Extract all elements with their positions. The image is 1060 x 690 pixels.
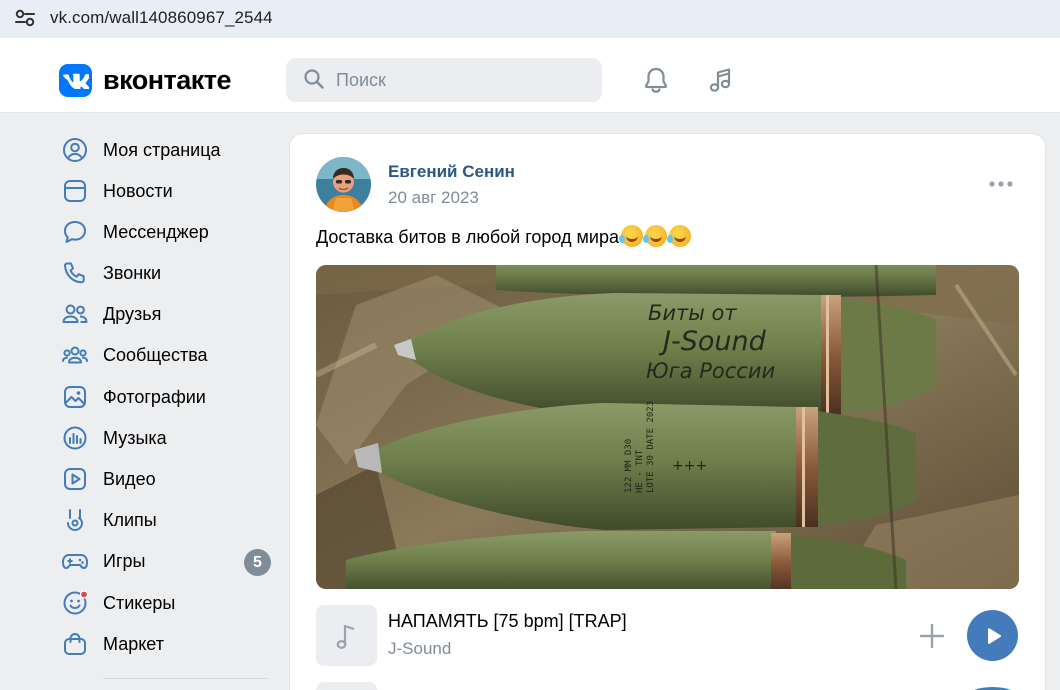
rofl-emoji-icon: [643, 225, 667, 247]
sidebar-item-stickers[interactable]: Стикеры: [60, 585, 275, 621]
communities-icon: [60, 340, 90, 370]
avatar[interactable]: [316, 157, 371, 212]
photo-icon: [60, 382, 90, 412]
play-button[interactable]: [967, 610, 1018, 661]
search-input[interactable]: [286, 58, 602, 102]
sidebar-item-video[interactable]: Видео: [60, 461, 275, 497]
music-icon[interactable]: [706, 65, 736, 95]
vk-logo-icon[interactable]: [59, 64, 92, 97]
search-placeholder: Поиск: [336, 70, 386, 90]
sidebar-item-label: Друзья: [103, 303, 162, 324]
gamepad-icon: [60, 546, 90, 576]
inscription-line-2: J-Sound: [658, 326, 767, 357]
post-text: Доставка битов в любой город мира: [316, 225, 691, 248]
audio-title[interactable]: НАПАМЯТЬ [75 bpm] [TRAP]: [388, 611, 627, 632]
message-icon: [60, 217, 90, 247]
audio-artist[interactable]: J-Sound: [388, 639, 451, 659]
bell-icon[interactable]: [641, 65, 671, 95]
play-icon: [987, 627, 1001, 644]
video-icon: [60, 464, 90, 494]
post-author[interactable]: Евгений Сенин: [388, 162, 515, 182]
add-audio-icon[interactable]: [918, 622, 946, 650]
sidebar-item-games[interactable]: Игры: [60, 543, 275, 579]
music-chart-icon: [60, 423, 90, 453]
clips-icon: [60, 505, 90, 535]
friends-icon: [60, 299, 90, 329]
games-count-badge: 5: [244, 549, 271, 576]
svg-text:LOTE 30 DATE 2023: LOTE 30 DATE 2023: [646, 401, 656, 493]
sidebar-item-friends[interactable]: Друзья: [60, 296, 275, 332]
inscription-line-3: Юга России: [646, 359, 775, 383]
sidebar-item-label: Сообщества: [103, 344, 208, 365]
music-note-icon: [336, 624, 354, 649]
site-settings-icon[interactable]: [14, 8, 36, 28]
svg-text:+++: +++: [672, 458, 707, 474]
sidebar-item-label: Маркет: [103, 633, 164, 654]
sidebar-item-messenger[interactable]: Мессенджер: [60, 214, 275, 250]
rofl-emoji-icon: [619, 225, 643, 247]
url-text[interactable]: vk.com/wall140860967_2544: [50, 8, 273, 28]
sidebar-item-my-page[interactable]: Моя страница: [60, 132, 275, 168]
more-options-icon[interactable]: [987, 176, 1015, 192]
sidebar-item-label: Игры: [103, 550, 146, 571]
sidebar-item-music[interactable]: Музыка: [60, 420, 275, 456]
audio-cover-partial[interactable]: [316, 682, 377, 690]
post-photo[interactable]: 122 MM D30 HE - TNT LOTE 30 DATE 2023 ++…: [316, 265, 1019, 589]
svg-text:HE - TNT: HE - TNT: [635, 449, 645, 493]
sidebar-item-calls[interactable]: Звонки: [60, 255, 275, 291]
sidebar-item-label: Видео: [103, 468, 156, 489]
sidebar-item-label: Звонки: [103, 262, 162, 283]
inscription-line-1: Биты от: [648, 301, 737, 325]
sidebar-item-label: Мессенджер: [103, 221, 209, 242]
sidebar-divider: [103, 678, 268, 679]
sidebar-item-label: Фотографии: [103, 386, 206, 407]
svg-text:122 MM D30: 122 MM D30: [624, 439, 634, 493]
sidebar-item-photos[interactable]: Фотографии: [60, 379, 275, 415]
sidebar-item-label: Стикеры: [103, 592, 176, 613]
sidebar-item-label: Новости: [103, 180, 173, 201]
sidebar-item-news[interactable]: Новости: [60, 173, 275, 209]
user-circle-icon: [60, 135, 90, 165]
brand-wordmark[interactable]: вконтакте: [103, 65, 232, 96]
audio-cover[interactable]: [316, 605, 377, 666]
sidebar-item-label: Музыка: [103, 427, 167, 448]
sticker-icon: [60, 588, 90, 618]
search-icon: [304, 69, 324, 89]
phone-icon: [60, 258, 90, 288]
rofl-emoji-icon: [667, 225, 691, 247]
market-bag-icon: [60, 629, 90, 659]
post-date[interactable]: 20 авг 2023: [388, 188, 479, 208]
sidebar-item-clips[interactable]: Клипы: [60, 502, 275, 538]
post-text-content: Доставка битов в любой город мира: [316, 227, 619, 247]
sidebar-item-label: Моя страница: [103, 139, 221, 160]
news-icon: [60, 176, 90, 206]
sidebar-item-label: Клипы: [103, 509, 157, 530]
sidebar-item-market[interactable]: Маркет: [60, 626, 275, 662]
sidebar-item-communities[interactable]: Сообщества: [60, 337, 275, 373]
header-spacer: [0, 38, 1060, 46]
